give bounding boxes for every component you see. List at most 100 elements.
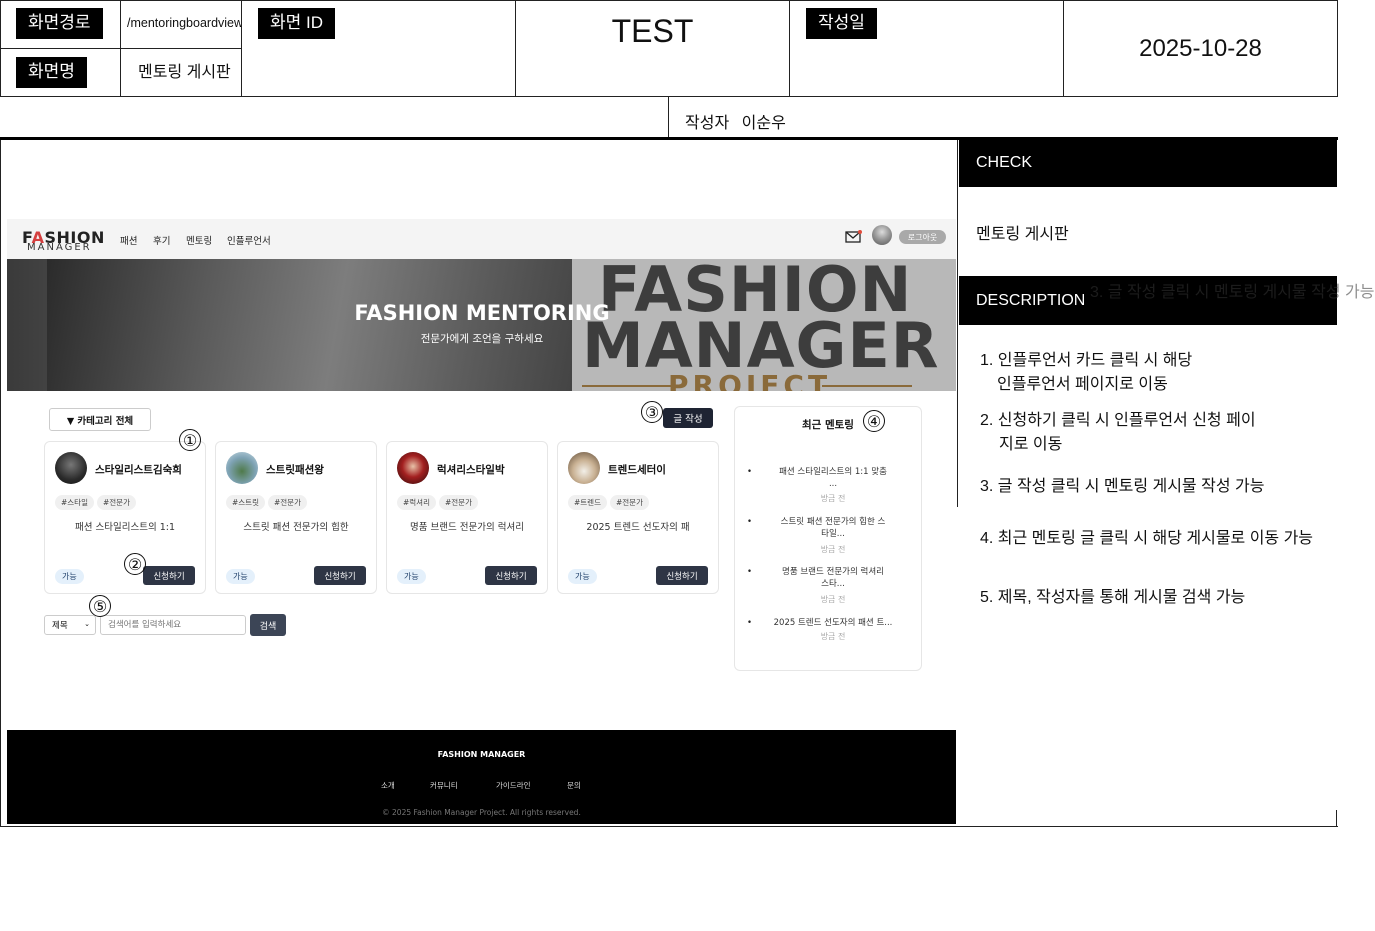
influencer-description: 스트릿 패션 전문가의 힙한: [243, 522, 349, 533]
description-item-2-line2: 지로 이동: [999, 436, 1063, 453]
status-badge: 가능: [226, 569, 255, 584]
status-badge: 가능: [55, 569, 84, 584]
footer-link-contact[interactable]: 문의: [567, 780, 581, 791]
check-title: CHECK: [959, 138, 1337, 187]
tag: #스트릿: [226, 495, 265, 510]
frame-right: [1336, 810, 1337, 827]
mail-icon[interactable]: [845, 230, 862, 244]
recent-item[interactable]: 명품 브랜드 전문가의 럭셔리 스타...: [747, 566, 913, 590]
nav-mentoring[interactable]: 멘토링: [186, 233, 212, 247]
author-label: 작성자: [685, 115, 730, 132]
recent-item-line: 스트릿 패션 전문가의 힙한 스: [780, 517, 886, 527]
apply-button[interactable]: 신청하기: [485, 566, 537, 585]
frame-bottom: [0, 826, 1338, 827]
influencer-description: 명품 브랜드 전문가의 럭셔리: [410, 522, 524, 533]
search-button[interactable]: 검색: [250, 614, 286, 636]
tag: #전문가: [610, 495, 649, 510]
recent-item-time: 방금 전: [820, 632, 846, 641]
footer-brand: FASHION MANAGER: [437, 750, 526, 759]
tag: #럭셔리: [397, 495, 436, 510]
description-item-1-line2: 인플루언서 페이지로 이동: [997, 376, 1168, 393]
logout-button[interactable]: 로그아웃: [899, 230, 946, 244]
recent-item-time: 방금 전: [820, 545, 846, 554]
id-label: 화면 ID: [258, 8, 336, 39]
annotation-marker-1: ①: [179, 429, 201, 451]
search-input[interactable]: [100, 615, 246, 635]
annotation-marker-3: ③: [641, 401, 663, 423]
influencer-name: 럭셔리스타일박: [437, 464, 505, 476]
description-item-4: 4. 최근 멘토링 글 클릭 시 해당 게시물로 이동 가능: [980, 530, 1314, 547]
description-overflow-text: 3. 글 작성 클릭 시 멘토링 게시물 작성 가능: [1090, 284, 1375, 301]
nav-fashion[interactable]: 패션: [120, 233, 137, 247]
recent-item-line: ...: [828, 479, 838, 489]
hero-title: FASHION MENTORING: [354, 301, 610, 325]
status-badge: 가능: [568, 569, 597, 584]
test-label: TEST: [611, 13, 694, 49]
recent-item[interactable]: 2025 트렌드 선도자의 패션 트...: [747, 617, 913, 629]
tag: #트렌드: [568, 495, 607, 510]
path-value: /mentoringboardview: [127, 16, 244, 30]
hero-bg-rule-left: [582, 385, 672, 387]
influencer-card[interactable]: 럭셔리스타일박 #럭셔리 #전문가 명품 브랜드 전문가의 럭셔리 가능 신청하…: [386, 441, 548, 594]
recent-item[interactable]: 패션 스타일리스트의 1:1 맞춤 ...: [747, 466, 913, 490]
footer-link-community[interactable]: 커뮤니티: [430, 780, 458, 791]
chevron-down-icon: ⌄: [84, 620, 90, 628]
panel-divider: [957, 140, 958, 507]
status-badge: 가능: [397, 569, 426, 584]
apply-button[interactable]: 신청하기: [143, 566, 195, 585]
recent-item-time: 방금 전: [820, 494, 846, 503]
recent-item-line: 2025 트렌드 선도자의 패션 트...: [773, 618, 893, 628]
test-cell: TEST: [515, 0, 790, 97]
search-type-select[interactable]: 제목 ⌄: [44, 615, 96, 635]
category-dropdown[interactable]: ▼ 카테고리 전체: [49, 408, 151, 431]
description-item-2-line1: 2. 신청하기 클릭 시 인플루언서 신청 페이: [980, 412, 1256, 429]
site-nav: FASHION MANAGER 패션 후기 멘토링 인플루언서 로그아웃: [7, 219, 956, 259]
footer-copyright: © 2025 Fashion Manager Project. All righ…: [382, 808, 581, 817]
influencer-name: 트렌드세터이: [608, 464, 666, 476]
footer-link-guideline[interactable]: 가이드라인: [496, 780, 531, 791]
influencer-description: 패션 스타일리스트의 1:1: [75, 522, 175, 533]
footer-link-about[interactable]: 소개: [381, 780, 395, 791]
recent-item[interactable]: 스트릿 패션 전문가의 힙한 스 타일...: [747, 516, 913, 540]
recent-mentoring-panel: 최근 멘토링 패션 스타일리스트의 1:1 맞춤 ... 방금 전 스트릿 패션…: [734, 406, 922, 671]
date-label: 작성일: [806, 8, 877, 39]
recent-item-time: 방금 전: [820, 595, 846, 604]
logo-sub: MANAGER: [27, 242, 92, 253]
description-item-5: 5. 제목, 작성자를 통해 게시물 검색 가능: [980, 589, 1246, 606]
nav-influencer[interactable]: 인플루언서: [227, 233, 271, 247]
tag: #전문가: [268, 495, 307, 510]
influencer-name: 스타일리스트김숙희: [95, 464, 182, 476]
hero-photo: [47, 259, 572, 391]
tag: #전문가: [439, 495, 478, 510]
recent-title: 최근 멘토링: [802, 419, 854, 431]
page-screenshot: FASHION MANAGER 패션 후기 멘토링 인플루언서 로그아웃 FAS…: [7, 219, 956, 824]
description-item-1: 1. 인플루언서 카드 클릭 시 해당 인플루언서 페이지로 이동: [980, 349, 1330, 397]
description-item-1-line1: 1. 인플루언서 카드 클릭 시 해당: [980, 352, 1193, 369]
description-item-3: 3. 글 작성 클릭 시 멘토링 게시물 작성 가능: [980, 478, 1265, 495]
check-text: 멘토링 게시판: [976, 226, 1069, 243]
write-button[interactable]: 글 작성: [663, 408, 713, 428]
search-type-value: 제목: [52, 621, 68, 631]
hero-bg-project: PROJECT: [668, 369, 832, 391]
avatar[interactable]: [872, 225, 892, 245]
hero-logo-bg: FASHION MANAGER PROJECT: [572, 259, 956, 391]
name-value: 멘토링 게시판: [138, 64, 231, 81]
influencer-card[interactable]: 스트릿패션왕 #스트릿 #전문가 스트릿 패션 전문가의 힙한 가능 신청하기: [215, 441, 377, 594]
apply-button[interactable]: 신청하기: [314, 566, 366, 585]
influencer-description: 2025 트렌드 선도자의 패: [586, 522, 690, 533]
recent-item-line: 스타...: [821, 579, 845, 589]
annotation-marker-2: ②: [124, 553, 146, 575]
recent-item-line: 명품 브랜드 전문가의 럭셔리: [782, 567, 884, 577]
influencer-card[interactable]: 트렌드세터이 #트렌드 #전문가 2025 트렌드 선도자의 패 가능 신청하기: [557, 441, 719, 594]
influencer-name: 스트릿패션왕: [266, 464, 324, 476]
nav-review[interactable]: 후기: [153, 233, 170, 247]
recent-item-line: 타일...: [821, 529, 845, 539]
apply-button[interactable]: 신청하기: [656, 566, 708, 585]
site-footer: FASHION MANAGER 소개 커뮤니티 가이드라인 문의 © 2025 …: [7, 730, 956, 824]
influencer-card[interactable]: 스타일리스트김숙희 #스타일 #전문가 패션 스타일리스트의 1:1 가능 신청…: [44, 441, 206, 594]
author-divider: [668, 96, 669, 138]
description-item-2: 2. 신청하기 클릭 시 인플루언서 신청 페이 지로 이동: [980, 409, 1330, 457]
tag: #전문가: [97, 495, 136, 510]
name-label: 화면명: [16, 57, 87, 88]
author-row: 작성자 이순우: [685, 109, 786, 133]
